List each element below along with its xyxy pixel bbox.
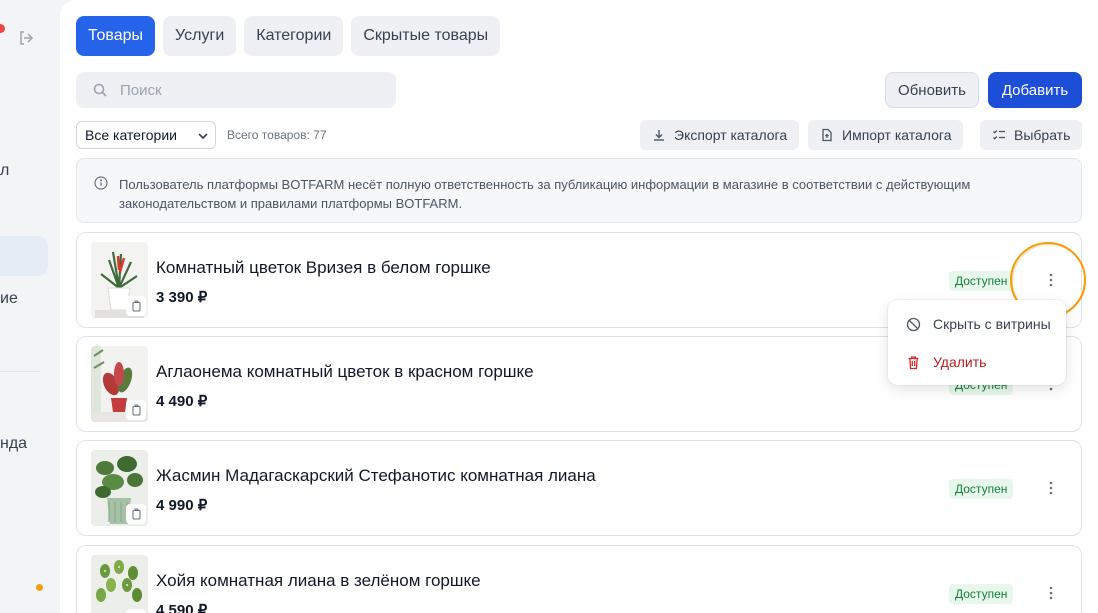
product-price: 4 590 ₽ bbox=[156, 602, 208, 613]
select-label: Выбрать bbox=[1014, 127, 1071, 143]
product-name[interactable]: Хойя комнатная лиана в зелёном горшке bbox=[156, 571, 481, 591]
file-upload-icon bbox=[822, 128, 832, 142]
export-catalog-label: Экспорт каталога bbox=[674, 127, 788, 143]
status-badge: Доступен bbox=[949, 584, 1014, 604]
logout-icon[interactable] bbox=[18, 30, 34, 46]
notice-text: Пользователь платформы BOTFARM несёт пол… bbox=[119, 177, 971, 211]
tab-products[interactable]: Товары bbox=[76, 16, 156, 56]
sidebar-item-fragment[interactable]: ие bbox=[0, 290, 18, 308]
copy-icon[interactable] bbox=[126, 400, 146, 420]
select-button[interactable]: Выбрать bbox=[980, 120, 1083, 150]
search-icon bbox=[93, 83, 107, 97]
product-context-menu: Скрыть с витрины Удалить bbox=[888, 300, 1066, 385]
product-card[interactable]: Жасмин Мадагаскарский Стефанотис комнатн… bbox=[76, 440, 1082, 536]
more-options-button[interactable] bbox=[1041, 477, 1061, 499]
search-box[interactable] bbox=[76, 72, 396, 108]
left-sidebar-fragment: л ие нда bbox=[0, 0, 60, 613]
info-icon bbox=[94, 176, 108, 190]
import-catalog-label: Импорт каталога bbox=[842, 127, 952, 143]
tab-hidden-products[interactable]: Скрытые товары bbox=[351, 16, 501, 56]
block-icon bbox=[906, 317, 921, 331]
product-name[interactable]: Жасмин Мадагаскарский Стефанотис комнатн… bbox=[156, 466, 596, 486]
total-products-count: Всего товаров: 77 bbox=[227, 128, 327, 142]
hide-from-showcase-label: Скрыть с витрины bbox=[933, 316, 1051, 332]
download-icon bbox=[654, 130, 664, 141]
catalog-panel: Товары Услуги Категории Скрытые товары О… bbox=[60, 0, 1098, 613]
tab-services[interactable]: Услуги bbox=[163, 16, 237, 56]
category-select-value: Все категории bbox=[85, 127, 177, 143]
tab-categories[interactable]: Категории bbox=[244, 16, 344, 56]
status-dot bbox=[36, 584, 43, 591]
product-price: 4 490 ₽ bbox=[156, 393, 208, 410]
copy-icon[interactable] bbox=[126, 504, 146, 524]
product-price: 4 990 ₽ bbox=[156, 497, 208, 514]
export-catalog-button[interactable]: Экспорт каталога bbox=[640, 120, 800, 150]
add-button[interactable]: Добавить bbox=[988, 72, 1082, 108]
product-image-aglaonema[interactable] bbox=[91, 346, 148, 422]
trash-icon bbox=[908, 355, 919, 369]
refresh-button[interactable]: Обновить bbox=[885, 72, 979, 108]
chevron-down-icon bbox=[198, 133, 208, 140]
product-name[interactable]: Аглаонема комнатный цветок в красном гор… bbox=[156, 362, 534, 382]
product-image-jasmine[interactable] bbox=[91, 450, 148, 526]
product-card[interactable]: Хойя комнатная лиана в зелёном горшке 4 … bbox=[76, 545, 1082, 613]
copy-icon[interactable] bbox=[126, 609, 146, 613]
sidebar-divider bbox=[0, 371, 40, 372]
search-input[interactable] bbox=[120, 81, 380, 99]
status-badge: Доступен bbox=[949, 271, 1014, 291]
catalog-tabs: Товары Услуги Категории Скрытые товары bbox=[76, 16, 501, 56]
more-vertical-icon bbox=[1049, 481, 1053, 495]
hide-from-showcase-item[interactable]: Скрыть с витрины bbox=[906, 316, 1051, 332]
delete-item[interactable]: Удалить bbox=[906, 354, 986, 370]
copy-icon[interactable] bbox=[126, 296, 146, 316]
category-select[interactable]: Все категории bbox=[76, 121, 216, 149]
more-options-button[interactable] bbox=[1041, 582, 1061, 604]
product-price: 3 390 ₽ bbox=[156, 289, 208, 306]
checklist-icon bbox=[993, 130, 1005, 140]
status-badge: Доступен bbox=[949, 479, 1014, 499]
sidebar-item-fragment[interactable]: л bbox=[0, 162, 9, 180]
more-vertical-icon bbox=[1049, 586, 1053, 600]
notification-dot bbox=[0, 24, 5, 33]
responsibility-notice: Пользователь платформы BOTFARM несёт пол… bbox=[76, 158, 1082, 223]
sidebar-active-item[interactable] bbox=[0, 236, 48, 276]
product-image-hoya[interactable] bbox=[91, 555, 148, 613]
product-image-vriesea[interactable] bbox=[91, 242, 148, 318]
import-catalog-button[interactable]: Импорт каталога bbox=[808, 120, 964, 150]
sidebar-item-fragment[interactable]: нда bbox=[0, 435, 27, 453]
delete-label: Удалить bbox=[933, 354, 987, 370]
product-name[interactable]: Комнатный цветок Вризея в белом горшке bbox=[156, 258, 491, 278]
